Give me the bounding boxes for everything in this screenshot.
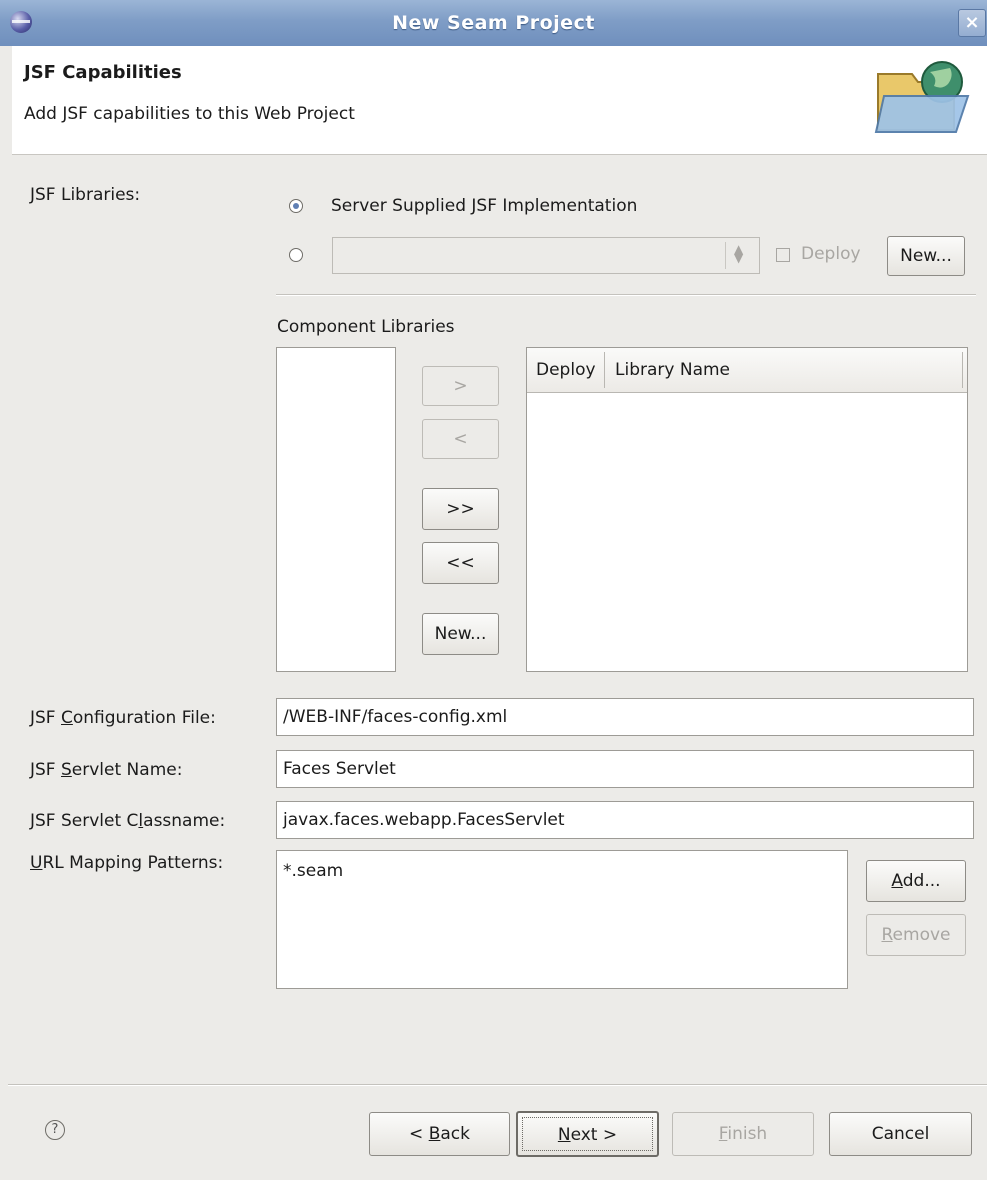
server-supplied-radio[interactable] xyxy=(289,199,303,213)
add-library-button[interactable]: > xyxy=(422,366,499,406)
page-subtitle: Add JSF capabilities to this Web Project xyxy=(24,104,355,124)
remove-url-pattern-button[interactable]: Remove xyxy=(866,914,966,956)
library-radio[interactable] xyxy=(289,248,303,262)
select-spinner-icon: ▲ ▼ xyxy=(734,242,744,265)
jsf-libraries-label: JSF Libraries: xyxy=(30,185,141,205)
deploy-checkbox-label: Deploy xyxy=(801,244,861,264)
url-mapping-list[interactable]: *.seam xyxy=(276,850,848,989)
url-mapping-label: URL Mapping Patterns: xyxy=(30,853,224,873)
new-library-button[interactable]: New... xyxy=(887,236,965,276)
libraries-separator xyxy=(276,294,976,296)
next-button[interactable]: Next > xyxy=(516,1111,659,1157)
page-title: JSF Capabilities xyxy=(24,62,182,83)
footer-separator xyxy=(8,1084,987,1086)
select-divider xyxy=(725,242,726,269)
component-libraries-label: Component Libraries xyxy=(277,317,455,337)
servlet-name-label: JSF Servlet Name: xyxy=(30,760,183,780)
server-supplied-label: Server Supplied JSF Implementation xyxy=(331,196,638,216)
remove-library-button[interactable]: < xyxy=(422,419,499,459)
add-url-pattern-button[interactable]: Add... xyxy=(866,860,966,902)
close-icon[interactable]: × xyxy=(958,9,986,37)
add-all-libraries-button[interactable]: >> xyxy=(422,488,499,530)
servlet-name-input[interactable]: Faces Servlet xyxy=(276,750,974,788)
servlet-classname-input[interactable]: javax.faces.webapp.FacesServlet xyxy=(276,801,974,839)
new-component-library-button[interactable]: New... xyxy=(422,613,499,655)
library-select[interactable] xyxy=(332,237,760,274)
column-divider[interactable] xyxy=(604,352,605,388)
focus-ring xyxy=(522,1117,653,1151)
finish-button[interactable]: Finish xyxy=(672,1112,814,1156)
config-file-input[interactable]: /WEB-INF/faces-config.xml xyxy=(276,698,974,736)
remove-all-libraries-button[interactable]: << xyxy=(422,542,499,584)
help-icon[interactable]: ? xyxy=(45,1120,65,1140)
window-title: New Seam Project xyxy=(392,12,595,34)
cancel-button[interactable]: Cancel xyxy=(829,1112,972,1156)
available-libraries-list[interactable] xyxy=(276,347,396,672)
column-header-library-name[interactable]: Library Name xyxy=(615,360,730,380)
column-header-deploy[interactable]: Deploy xyxy=(536,360,600,380)
folder-globe-icon xyxy=(874,61,970,133)
column-divider-end xyxy=(962,352,963,388)
back-button[interactable]: < Back xyxy=(369,1112,510,1156)
header-left-edge xyxy=(0,46,12,154)
url-pattern-item[interactable]: *.seam xyxy=(283,861,343,881)
servlet-classname-label: JSF Servlet Classname: xyxy=(30,811,226,831)
deploy-checkbox[interactable] xyxy=(776,248,790,262)
config-file-label: JSF Configuration File: xyxy=(30,708,216,728)
selected-libraries-table[interactable] xyxy=(526,347,968,672)
